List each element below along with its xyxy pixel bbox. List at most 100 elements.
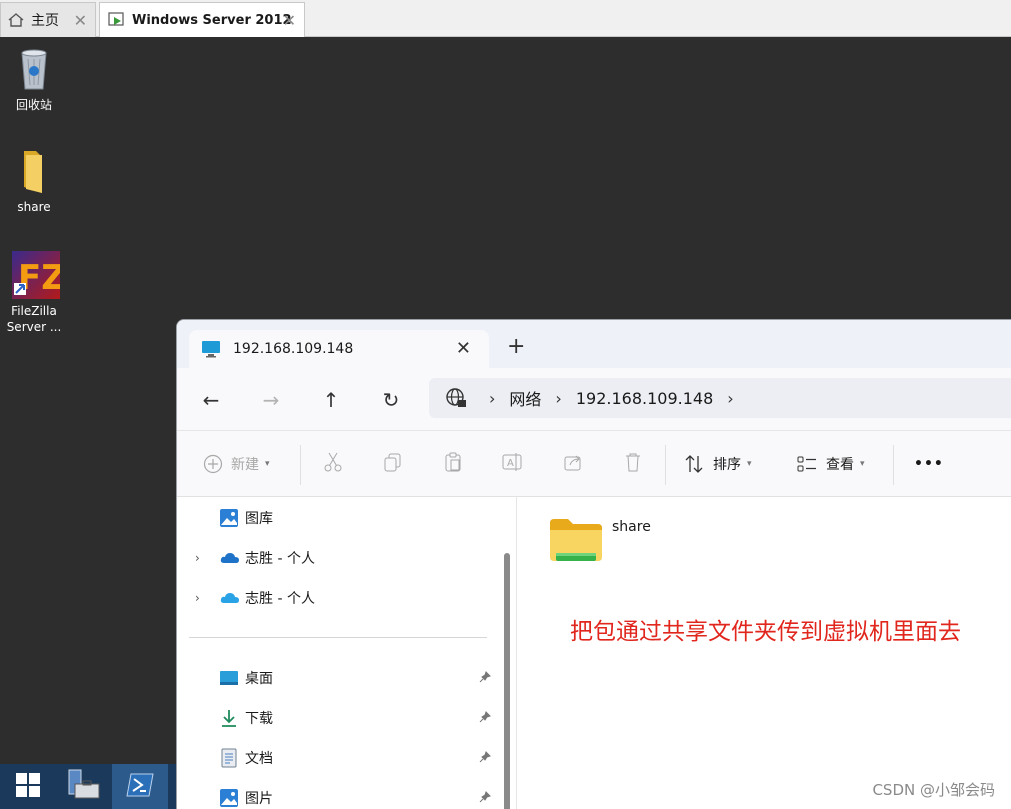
copy-icon: [382, 451, 404, 477]
desktop-icon-label: 回收站: [15, 98, 52, 112]
explorer-tab[interactable]: 192.168.109.148 ✕: [189, 330, 489, 368]
download-icon: [219, 708, 239, 728]
pin-icon[interactable]: [479, 670, 491, 686]
clipboard-icon: [442, 451, 464, 477]
cut-button[interactable]: [322, 451, 344, 477]
content-area: share 把包通过共享文件夹传到虚拟机里面去: [518, 497, 1011, 809]
desktop-icon-share[interactable]: share: [0, 147, 68, 215]
view-button-label: 查看: [826, 457, 854, 473]
sort-icon: [683, 453, 705, 475]
desktop-icon-label: share: [17, 200, 51, 214]
gallery-icon: [219, 508, 239, 528]
chevron-down-icon: ▾: [860, 459, 865, 469]
taskbar: [0, 764, 176, 809]
globe-icon: [445, 387, 467, 409]
nav-item-label: 文档: [245, 751, 273, 767]
folder-item-label: share: [612, 519, 651, 535]
new-button[interactable]: 新建 ▾: [203, 451, 270, 477]
chevron-right-icon[interactable]: ›: [727, 389, 733, 408]
tab-home-label: 主页: [31, 13, 59, 29]
server-manager-icon: [67, 768, 101, 806]
refresh-button[interactable]: ↻: [377, 386, 405, 414]
toolbar-divider: [665, 445, 666, 485]
close-icon[interactable]: ✕: [283, 11, 296, 30]
address-segment-network[interactable]: 网络: [509, 386, 541, 410]
nav-item-label: 图库: [245, 511, 273, 527]
annotation-text: 把包通过共享文件夹传到虚拟机里面去: [570, 619, 961, 645]
nav-item-label: 桌面: [245, 671, 273, 687]
monitor-icon: [201, 340, 221, 358]
chevron-down-icon: ▾: [265, 459, 270, 469]
desktop-icon-label: Server ...: [6, 320, 62, 334]
paste-button[interactable]: [442, 451, 464, 477]
chevron-right-icon[interactable]: ›: [195, 591, 200, 605]
onedrive-icon: [219, 588, 239, 608]
tab-windows-server-label: Windows Server 2012: [132, 12, 292, 28]
server-manager-button[interactable]: [56, 764, 112, 809]
chevron-right-icon[interactable]: ›: [195, 551, 200, 565]
back-button[interactable]: ←: [197, 386, 225, 414]
rename-button[interactable]: A: [501, 451, 525, 477]
view-button[interactable]: 查看 ▾: [796, 451, 865, 477]
address-bar[interactable]: › 网络 › 192.168.109.148 ›: [429, 378, 1011, 418]
more-options-button[interactable]: •••: [914, 451, 944, 477]
scissors-icon: [322, 451, 344, 477]
chevron-right-icon: ›: [555, 388, 562, 408]
vm-running-icon: [108, 11, 126, 29]
sort-button[interactable]: 排序 ▾: [683, 451, 752, 477]
watermark: CSDN @小邹会码: [872, 781, 995, 799]
shared-folder-icon: [548, 515, 604, 571]
view-list-icon: [796, 453, 818, 475]
pictures-icon: [219, 788, 239, 808]
share-button[interactable]: [562, 451, 584, 477]
powershell-icon: [125, 772, 155, 802]
rename-icon: A: [501, 451, 525, 477]
delete-button[interactable]: [622, 451, 644, 477]
nav-scrollbar[interactable]: [504, 553, 510, 809]
chevron-right-icon: ›: [489, 388, 496, 408]
navigation-pane: 图库 › 志胜 - 个人 › 志胜 - 个人 桌面 下载 文档 图片: [177, 497, 517, 809]
vmware-tab-bar: 主页 ✕ Windows Server 2012 ✕: [0, 0, 1011, 37]
powershell-button[interactable]: [112, 764, 168, 809]
copy-button[interactable]: [382, 451, 404, 477]
command-bar: 新建 ▾ A 排序 ▾ 查看 ▾ •••: [177, 430, 1011, 497]
nav-item-label: 下载: [245, 711, 273, 727]
close-icon[interactable]: ✕: [74, 11, 87, 30]
desktop-icon-recycle-bin[interactable]: 回收站: [0, 45, 68, 113]
close-icon[interactable]: ✕: [456, 338, 471, 359]
onedrive-icon: [219, 548, 239, 568]
tab-home[interactable]: 主页 ✕: [0, 2, 96, 37]
forward-button[interactable]: →: [257, 386, 285, 414]
filezilla-icon: FZ: [12, 251, 66, 299]
address-segment-host[interactable]: 192.168.109.148: [576, 389, 713, 408]
new-button-label: 新建: [231, 457, 259, 473]
up-button[interactable]: ↑: [317, 386, 345, 414]
desktop-icon-label: FileZilla: [11, 304, 57, 318]
explorer-titlebar: 192.168.109.148 ✕ +: [177, 320, 1011, 368]
nav-item-label: 志胜 - 个人: [245, 551, 315, 567]
nav-item-label: 志胜 - 个人: [245, 591, 315, 607]
toolbar-divider: [300, 445, 301, 485]
toolbar-divider: [893, 445, 894, 485]
pin-icon[interactable]: [479, 750, 491, 766]
start-button[interactable]: [0, 764, 56, 809]
explorer-tab-title: 192.168.109.148: [233, 341, 354, 357]
tab-windows-server[interactable]: Windows Server 2012 ✕: [99, 2, 305, 37]
new-tab-button[interactable]: +: [507, 336, 525, 358]
document-icon: [219, 748, 239, 768]
nav-item-label: 图片: [245, 791, 273, 807]
desktop-icon-filezilla[interactable]: FZ FileZilla Server ...: [0, 251, 68, 335]
trash-icon: [622, 451, 644, 477]
folder-icon: [12, 147, 56, 195]
pin-icon[interactable]: [479, 710, 491, 726]
explorer-navbar: ← → ↑ ↻ › 网络 › 192.168.109.148 ›: [177, 368, 1011, 430]
folder-item-share[interactable]: share: [548, 515, 688, 571]
file-explorer-window: 192.168.109.148 ✕ + ← → ↑ ↻ › 网络 › 192.1…: [176, 319, 1011, 809]
recycle-bin-icon: [12, 45, 56, 93]
nav-divider: [189, 637, 487, 638]
pin-icon[interactable]: [479, 790, 491, 806]
desktop-icon: [219, 668, 239, 688]
plus-circle-icon: [203, 454, 223, 474]
windows-logo-icon: [14, 771, 42, 803]
sort-button-label: 排序: [713, 457, 741, 473]
